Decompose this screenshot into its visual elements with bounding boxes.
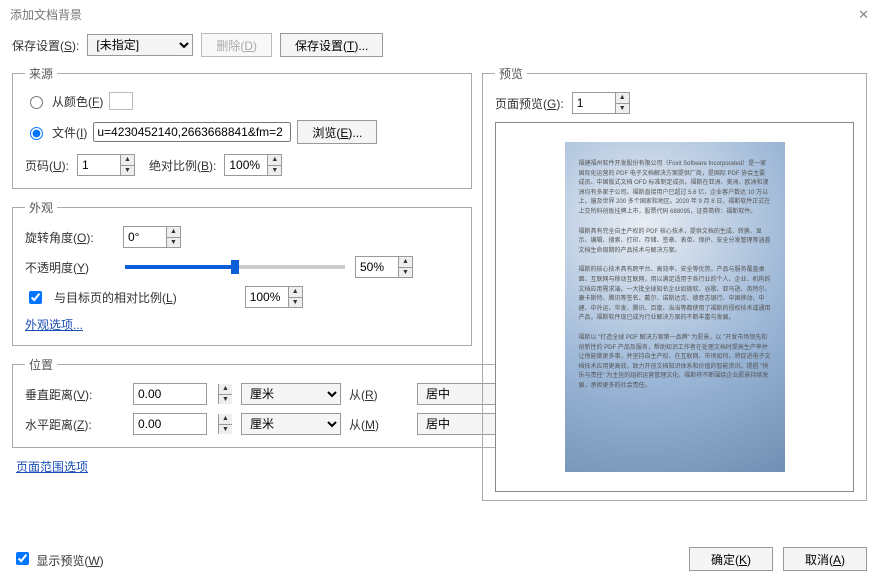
opacity-slider[interactable] xyxy=(125,265,345,269)
save-settings-row: 保存设置(S): [未指定] 删除(D) 保存设置(T)... xyxy=(12,33,867,57)
h-distance-stepper[interactable]: ▲▼ xyxy=(133,413,233,435)
cancel-button[interactable]: 取消(A) xyxy=(783,547,867,571)
appearance-options-link[interactable]: 外观选项... xyxy=(25,318,83,332)
save-settings-button[interactable]: 保存设置(T)... xyxy=(280,33,383,57)
appearance-fieldset: 外观 旋转角度(O): ▲▼ 不透明度(Y) ▲▼ xyxy=(12,199,472,346)
v-unit-select[interactable]: 厘米 xyxy=(241,383,341,405)
title-bar: 添加文档背景 ✕ xyxy=(0,0,879,29)
source-legend: 来源 xyxy=(25,65,57,82)
rel-scale-checkbox[interactable] xyxy=(29,291,42,304)
color-swatch[interactable] xyxy=(109,92,133,110)
appearance-legend: 外观 xyxy=(25,199,57,216)
document-preview: 福建福州软件开发股份有限公司（Foxit Software Incorporat… xyxy=(565,142,785,472)
from-file-radio[interactable] xyxy=(30,127,43,140)
dialog-title: 添加文档背景 xyxy=(10,6,82,23)
preview-legend: 预览 xyxy=(495,65,527,82)
source-fieldset: 来源 从颜色(F) 文件(I) 浏览(E)... 页码(U): xyxy=(12,65,472,189)
preview-fieldset: 预览 页面预览(G): ▲▼ 福建福州软件开发股份有限公司（Foxit Soft… xyxy=(482,65,867,501)
file-path-input[interactable] xyxy=(93,122,291,142)
save-preset-select[interactable]: [未指定] xyxy=(87,34,193,56)
opacity-stepper[interactable]: ▲▼ xyxy=(355,256,413,278)
from-color-radio[interactable] xyxy=(30,96,43,109)
ok-button[interactable]: 确定(K) xyxy=(689,547,773,571)
close-icon[interactable]: ✕ xyxy=(858,7,869,23)
abs-scale-stepper[interactable]: ▲▼ xyxy=(224,154,282,176)
page-range-options-link[interactable]: 页面范围选项 xyxy=(16,460,88,474)
position-legend: 位置 xyxy=(25,356,57,373)
preview-pane: 福建福州软件开发股份有限公司（Foxit Software Incorporat… xyxy=(495,122,854,492)
show-preview-checkbox-label[interactable]: 显示预览(W) xyxy=(12,549,104,569)
show-preview-checkbox[interactable] xyxy=(16,552,29,565)
v-distance-stepper[interactable]: ▲▼ xyxy=(133,383,233,405)
browse-button[interactable]: 浏览(E)... xyxy=(297,120,377,144)
position-fieldset: 位置 垂直距离(V): ▲▼ 厘米 从(R) 居中 水平距离(Z): ▲▼ 厘米… xyxy=(12,356,540,448)
rel-scale-stepper[interactable]: ▲▼ xyxy=(245,286,303,308)
delete-button: 删除(D) xyxy=(201,33,272,57)
h-unit-select[interactable]: 厘米 xyxy=(241,413,341,435)
page-number-stepper[interactable]: ▲▼ xyxy=(77,154,135,176)
rotation-stepper[interactable]: ▲▼ xyxy=(123,226,181,248)
preview-page-stepper[interactable]: ▲▼ xyxy=(572,92,630,114)
